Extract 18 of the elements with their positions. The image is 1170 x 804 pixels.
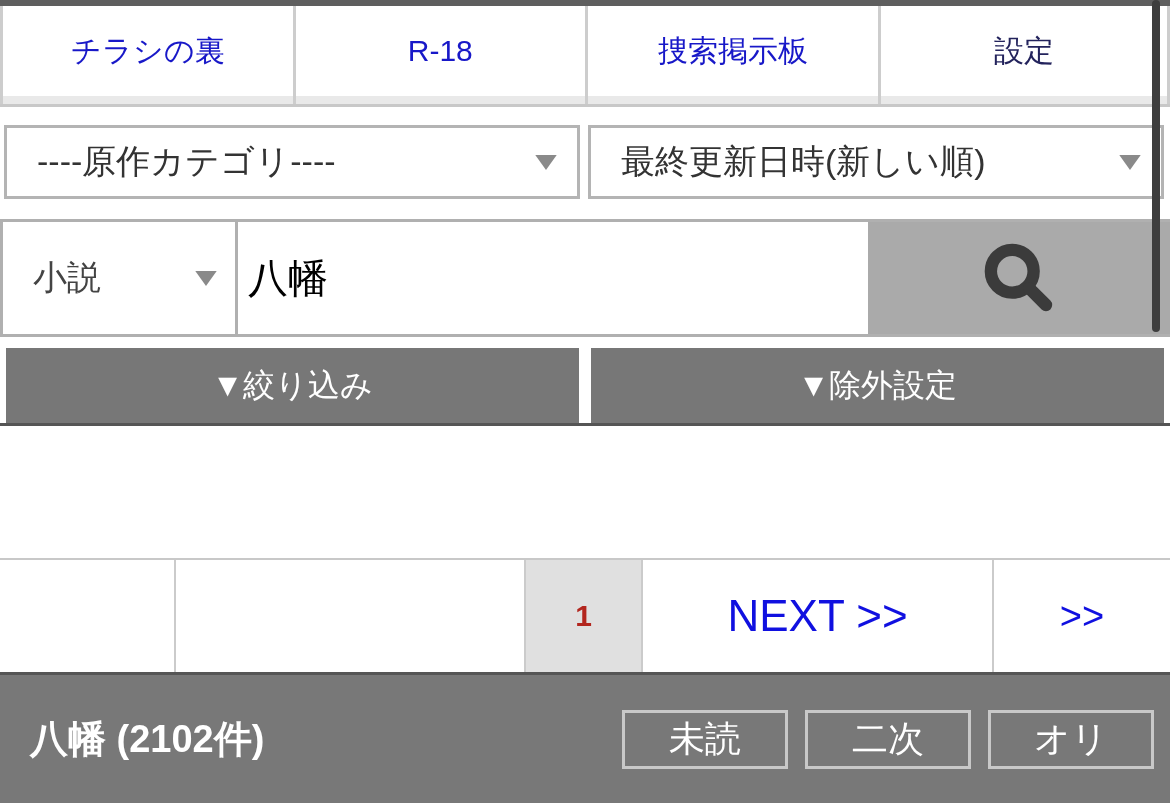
page-number-link[interactable]: 1 [526,560,643,672]
nav-link[interactable]: 捜索掲示板 [585,6,878,104]
search-button[interactable] [868,222,1170,334]
nav-link[interactable]: チラシの裏 [0,6,293,104]
caret-icon [535,154,557,170]
filter-toggle-button[interactable]: ▼絞り込み [6,348,579,423]
category-select[interactable]: ----原作カテゴリ---- [4,125,580,199]
filter-button[interactable]: オリ [988,709,1154,769]
filter-button[interactable]: 未読 [622,709,788,769]
sort-select[interactable]: 最終更新日時(新しい順) [588,125,1164,199]
exclude-toggle-button[interactable]: ▼除外設定 [591,348,1164,423]
nav-link[interactable]: 設定 [877,6,1170,104]
nav-link[interactable]: R-18 [292,6,585,104]
search-icon [983,242,1055,314]
caret-icon [195,270,217,286]
filter-button[interactable]: 二次 [805,709,971,769]
result-title: 八幡 (2102件) [30,716,266,762]
caret-icon [1119,154,1141,170]
